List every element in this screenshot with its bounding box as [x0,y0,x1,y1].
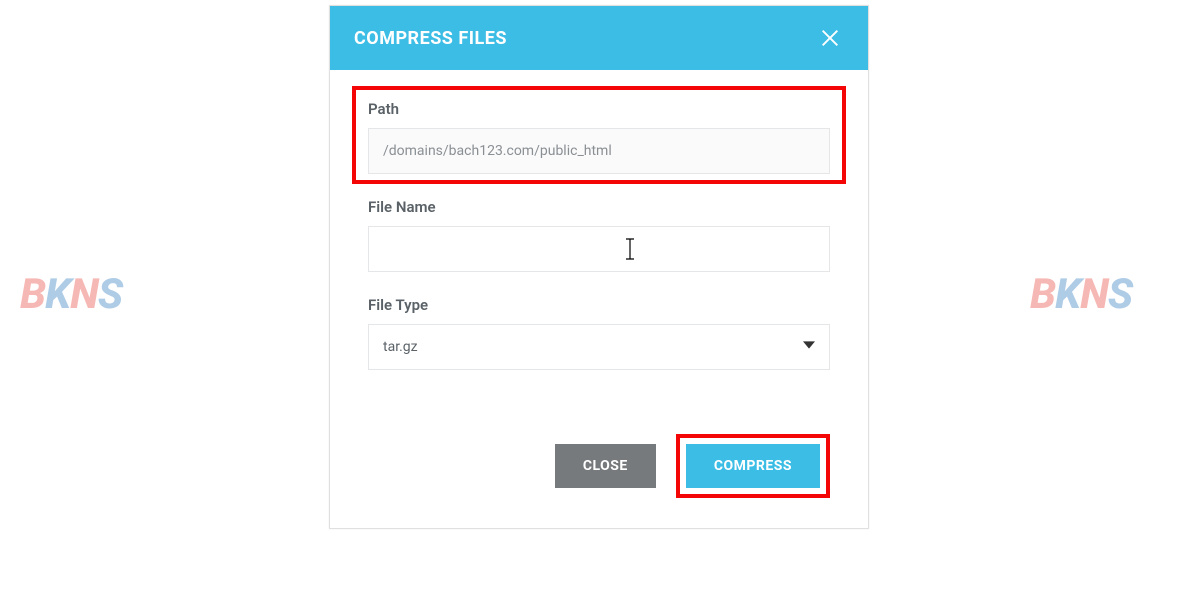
filename-input[interactable] [368,226,830,272]
watermark: BKNS [1030,270,1132,319]
modal-body: Path File Name File Type tar.gz [330,70,868,414]
close-button[interactable]: CLOSE [555,444,656,488]
compress-button[interactable]: COMPRESS [686,444,820,488]
path-input[interactable] [368,128,830,174]
filename-group: File Name [368,198,830,272]
path-label: Path [368,100,830,118]
compress-highlight-box: COMPRESS [676,434,830,498]
chevron-down-icon [803,339,815,355]
modal-title: COMPRESS FILES [354,28,507,49]
filename-label: File Name [368,198,830,216]
filetype-label: File Type [368,296,830,314]
modal-footer: CLOSE COMPRESS [330,414,868,528]
path-group: Path [368,100,830,174]
filetype-selected-value: tar.gz [383,339,418,355]
compress-files-modal: COMPRESS FILES Path File Name File Type … [329,5,869,529]
close-icon[interactable] [816,24,844,52]
watermark: BKNS [20,270,122,319]
filetype-select[interactable]: tar.gz [368,324,830,370]
modal-header: COMPRESS FILES [330,6,868,70]
filetype-group: File Type tar.gz [368,296,830,370]
